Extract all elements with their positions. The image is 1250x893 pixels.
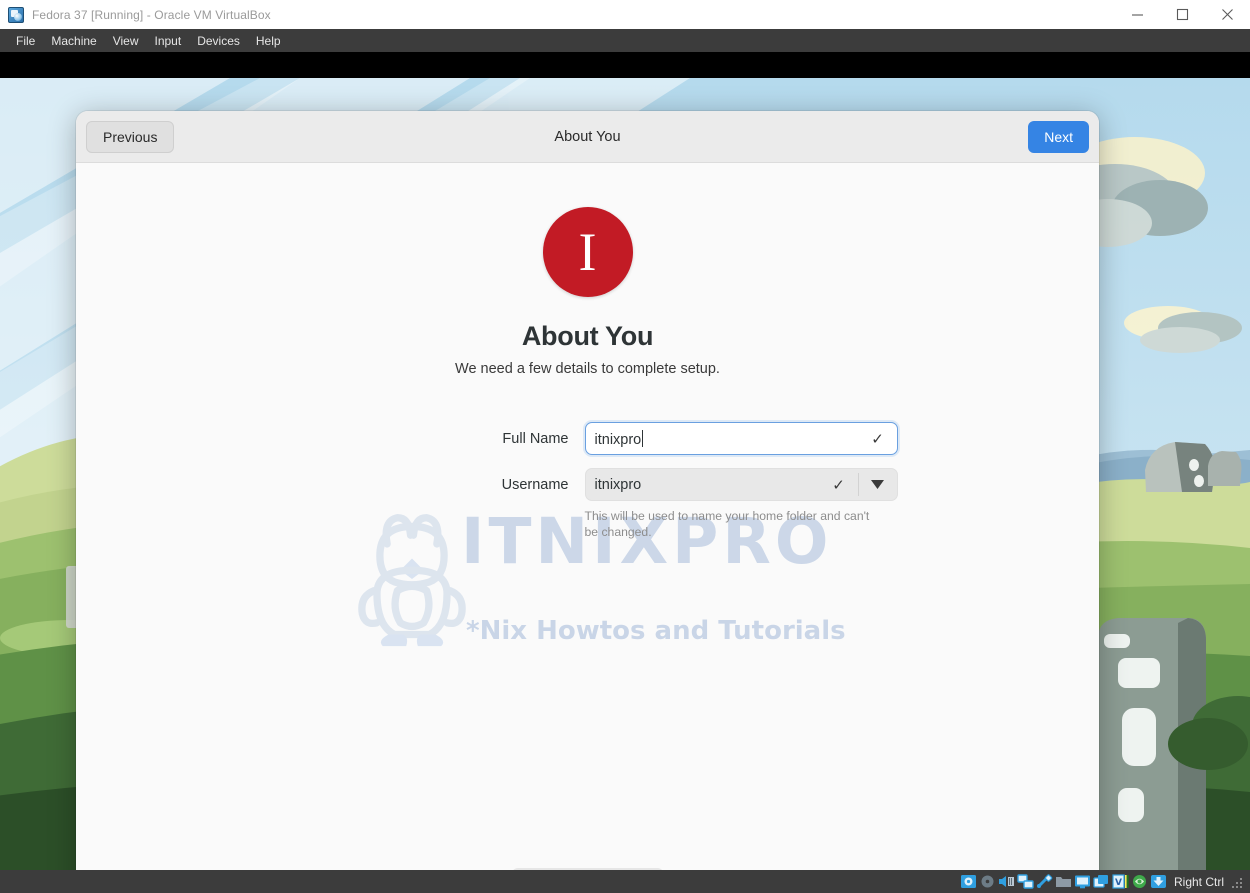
- title-bar: Fedora 37 [Running] - Oracle VM VirtualB…: [0, 0, 1250, 29]
- full-name-input[interactable]: itnixpro ✓: [584, 422, 898, 455]
- username-value: itnixpro: [594, 476, 642, 493]
- host-key-label: Right Ctrl: [1173, 874, 1224, 889]
- menu-item-devices[interactable]: Devices: [189, 31, 248, 51]
- display-icon[interactable]: [1074, 874, 1091, 889]
- keyboard-capture-icon[interactable]: [1150, 874, 1167, 889]
- previous-button[interactable]: Previous: [86, 120, 175, 153]
- next-button[interactable]: Next: [1028, 120, 1089, 153]
- username-label: Username: [501, 476, 569, 493]
- minimize-icon[interactable]: [1115, 0, 1160, 29]
- shared-folders-icon[interactable]: [1055, 874, 1072, 889]
- menu-item-file[interactable]: File: [8, 31, 43, 51]
- virtualization-icon[interactable]: V: [1112, 874, 1129, 889]
- full-name-row: Full Name itnixpro ✓: [268, 422, 908, 455]
- watermark-tagline: *Nix Howtos and Tutorials: [466, 616, 846, 646]
- recording-icon[interactable]: [1093, 874, 1110, 889]
- chevron-down-icon[interactable]: [859, 480, 897, 489]
- full-name-value: itnixpro: [594, 429, 644, 448]
- username-hint: This will be used to name your home fold…: [584, 509, 870, 540]
- guest-screen-area: Previous About You Next I About You We n…: [0, 52, 1250, 870]
- hard-disk-icon[interactable]: [960, 874, 977, 889]
- window-controls: [1115, 0, 1250, 29]
- dialog-header: Previous About You Next: [76, 111, 1099, 163]
- menu-item-view[interactable]: View: [105, 31, 147, 51]
- page-subtitle: We need a few details to complete setup.: [455, 361, 720, 377]
- page-title: About You: [521, 321, 654, 351]
- hint-spacer: [268, 508, 585, 541]
- username-row: Username itnixpro ✓: [268, 468, 908, 501]
- setup-form: Full Name itnixpro ✓ Username itnixpro ✓: [76, 422, 1099, 541]
- network-icon[interactable]: [1017, 874, 1034, 889]
- check-icon: ✓: [832, 476, 845, 494]
- menu-item-machine[interactable]: Machine: [43, 31, 104, 51]
- avatar-initial: I: [578, 222, 597, 282]
- text-caret: [642, 429, 644, 447]
- initial-setup-dialog: Previous About You Next I About You We n…: [76, 111, 1099, 870]
- status-bar: V Right Ctrl: [0, 870, 1250, 893]
- avatar: I: [542, 207, 633, 297]
- resize-grip-icon[interactable]: [1232, 876, 1244, 888]
- mouse-integration-icon[interactable]: [1131, 874, 1148, 889]
- menu-bar: File Machine View Input Devices Help: [0, 29, 1250, 52]
- close-icon[interactable]: [1205, 0, 1250, 29]
- window-title: Fedora 37 [Running] - Oracle VM VirtualB…: [32, 7, 271, 22]
- dialog-title: About You: [554, 128, 621, 145]
- username-hint-row: This will be used to name your home fold…: [268, 508, 908, 541]
- virtualbox-icon: [8, 6, 24, 23]
- dialog-body: I About You We need a few details to com…: [76, 163, 1099, 870]
- fedora-guest-desktop: Previous About You Next I About You We n…: [0, 78, 1250, 870]
- usb-icon[interactable]: [1036, 874, 1053, 889]
- maximize-icon[interactable]: [1160, 0, 1205, 29]
- check-icon: ✓: [871, 430, 884, 448]
- audio-icon[interactable]: [998, 874, 1015, 889]
- username-combobox[interactable]: itnixpro ✓: [584, 468, 898, 501]
- optical-disk-icon[interactable]: [979, 874, 996, 889]
- virtualbox-window: Fedora 37 [Running] - Oracle VM VirtualB…: [0, 0, 1250, 893]
- menu-item-input[interactable]: Input: [147, 31, 190, 51]
- menu-item-help[interactable]: Help: [248, 31, 289, 51]
- full-name-label: Full Name: [502, 430, 569, 447]
- svg-text:V: V: [1115, 878, 1122, 888]
